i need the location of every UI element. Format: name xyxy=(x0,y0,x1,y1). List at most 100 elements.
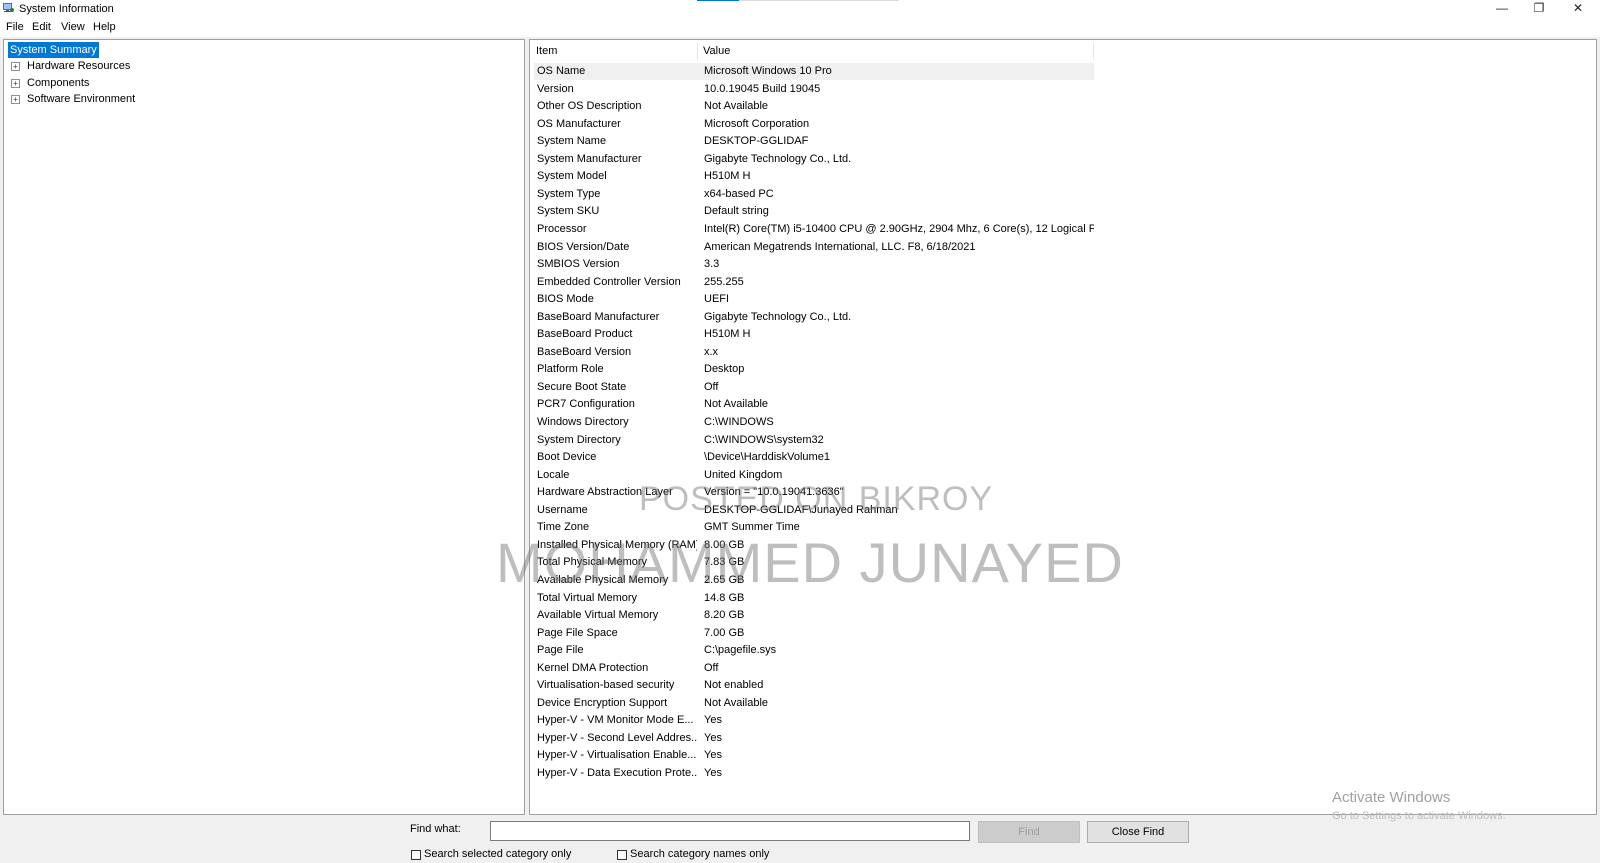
table-row[interactable]: Page File C:\pagefile.sys xyxy=(530,642,1090,659)
value-cell: Off xyxy=(704,661,719,674)
table-row[interactable]: Platform Role Desktop xyxy=(530,361,1090,378)
table-row[interactable]: Embedded Controller Version 255.255 xyxy=(530,274,1090,291)
item-cell: Windows Directory xyxy=(537,416,629,428)
expand-icon[interactable]: + xyxy=(11,79,20,88)
find-button[interactable]: Find xyxy=(978,821,1080,843)
value-cell: DESKTOP-GGLIDAF xyxy=(704,135,809,148)
menu-file[interactable]: File xyxy=(6,21,24,33)
search-category-names-label: Search category names only xyxy=(630,848,770,860)
close-find-button[interactable]: Close Find xyxy=(1087,821,1189,843)
table-row[interactable]: Hyper-V - VM Monitor Mode E... Yes xyxy=(530,712,1090,729)
close-button[interactable]: ✕ xyxy=(1560,0,1596,19)
search-selected-category-checkbox[interactable] xyxy=(411,850,421,860)
minimize-button[interactable]: — xyxy=(1484,0,1520,19)
table-row[interactable]: Hyper-V - Second Level Addres... Yes xyxy=(530,730,1090,747)
expand-icon[interactable]: + xyxy=(11,62,20,71)
item-cell: System Type xyxy=(537,187,601,200)
table-row[interactable]: System Manufacturer Gigabyte Technology C… xyxy=(530,151,1090,168)
item-cell: BIOS Version/Date xyxy=(537,240,630,253)
value-cell: Not enabled xyxy=(704,679,764,692)
search-selected-category-label: Search selected category only xyxy=(424,848,572,860)
value-cell: Microsoft Corporation xyxy=(704,117,810,130)
table-row[interactable]: Secure Boot State Off xyxy=(530,379,1090,396)
item-cell: OS Manufacturer xyxy=(537,117,621,130)
watermark-posted: POSTED ON BIKROY xyxy=(639,480,994,518)
item-cell: Kernel DMA Protection xyxy=(537,661,649,674)
item-cell: OS Name xyxy=(537,65,586,77)
tree-item-components[interactable]: + Components xyxy=(11,75,211,91)
menu-bar: File Edit View Help xyxy=(0,19,1600,37)
menu-help[interactable]: Help xyxy=(93,21,116,33)
activate-windows-subtitle: Go to Settings to activate Windows. xyxy=(1332,810,1506,822)
table-row[interactable]: System Directory C:\WINDOWS\system32 xyxy=(530,432,1090,449)
item-cell: Available Virtual Memory xyxy=(537,609,659,622)
restore-button[interactable]: ❐ xyxy=(1521,0,1557,19)
table-row[interactable]: Boot Device \Device\HarddiskVolume1 xyxy=(530,449,1090,466)
item-cell: Hyper-V - Virtualisation Enable... xyxy=(537,749,697,762)
table-row[interactable]: Kernel DMA Protection Off xyxy=(530,660,1090,677)
value-cell: Yes xyxy=(704,767,722,779)
tree-item-system-summary[interactable]: System Summary xyxy=(7,41,100,59)
table-row[interactable]: BaseBoard Version x.x xyxy=(530,344,1090,361)
table-row[interactable]: System Name DESKTOP-GGLIDAF xyxy=(530,133,1090,150)
item-cell: BaseBoard Version xyxy=(537,345,632,358)
value-cell: 8.20 GB xyxy=(704,609,745,622)
column-header-value[interactable]: Value xyxy=(698,43,1094,60)
value-cell: Microsoft Windows 10 Pro xyxy=(704,65,832,77)
table-row[interactable]: BIOS Mode UEFI xyxy=(530,291,1090,308)
value-cell: Off xyxy=(704,380,719,393)
find-what-label: Find what: xyxy=(410,823,461,835)
table-row[interactable]: OS Name Microsoft Windows 10 Pro xyxy=(530,63,1090,80)
value-cell: H510M H xyxy=(704,328,751,341)
table-row[interactable]: PCR7 Configuration Not Available xyxy=(530,396,1090,413)
restore-icon: ❐ xyxy=(1533,1,1545,15)
table-row[interactable]: Hyper-V - Data Execution Prote... Yes xyxy=(530,765,1090,782)
table-row[interactable]: Other OS Description Not Available xyxy=(530,98,1090,115)
value-cell: C:\pagefile.sys xyxy=(704,644,777,657)
value-cell: C:\WINDOWS\system32 xyxy=(704,433,824,446)
table-row[interactable]: BIOS Version/Date American Megatrends Int… xyxy=(530,239,1090,256)
table-row[interactable]: Available Virtual Memory 8.20 GB xyxy=(530,607,1090,624)
table-row[interactable]: System SKU Default string xyxy=(530,203,1090,220)
table-row[interactable]: BaseBoard Manufacturer Gigabyte Technolog… xyxy=(530,309,1090,326)
table-row[interactable]: Device Encryption Support Not Available xyxy=(530,695,1090,712)
tree-item-hardware-resources[interactable]: + Hardware Resources xyxy=(11,58,211,74)
value-cell: 10.0.19045 Build 19045 xyxy=(704,82,821,95)
table-row[interactable]: Virtualisation-based security Not enabled xyxy=(530,677,1090,694)
item-cell: BIOS Mode xyxy=(537,293,594,306)
item-cell: Page File Space xyxy=(537,626,618,639)
table-row[interactable]: OS Manufacturer Microsoft Corporation xyxy=(530,116,1090,133)
value-cell: Not Available xyxy=(704,100,769,113)
title-bar: System Information — ❐ ✕ xyxy=(0,0,1600,19)
item-cell: Hyper-V - Second Level Addres... xyxy=(537,731,697,744)
table-row[interactable]: Page File Space 7.00 GB xyxy=(530,625,1090,642)
item-cell: Virtualisation-based security xyxy=(537,679,675,692)
table-row[interactable]: Hyper-V - Virtualisation Enable... Yes xyxy=(530,747,1090,764)
value-cell: Yes xyxy=(704,749,722,762)
focus-indicator xyxy=(697,0,739,1)
tree-item-software-environment[interactable]: + Software Environment xyxy=(11,91,211,107)
details-list[interactable]: Item Value OS Name Microsoft Windows 10 P… xyxy=(529,39,1597,815)
table-row[interactable]: SMBIOS Version 3.3 xyxy=(530,256,1090,273)
item-cell: System Manufacturer xyxy=(537,152,642,165)
table-row[interactable]: Windows Directory C:\WINDOWS xyxy=(530,414,1090,431)
menu-view[interactable]: View xyxy=(61,21,85,33)
table-row[interactable]: System Type x64-based PC xyxy=(530,186,1090,203)
item-cell: Embedded Controller Version xyxy=(537,275,681,288)
expand-icon[interactable]: + xyxy=(11,95,20,104)
table-row[interactable]: Processor Intel(R) Core(TM) i5-10400 CPU … xyxy=(530,221,1094,238)
value-cell: Yes xyxy=(704,714,722,727)
value-cell: Gigabyte Technology Co., Ltd. xyxy=(704,310,852,323)
value-cell: x.x xyxy=(704,345,719,358)
table-row[interactable]: System Model H510M H xyxy=(530,168,1090,185)
search-category-names-checkbox[interactable] xyxy=(617,850,627,860)
value-cell: Yes xyxy=(704,731,722,744)
column-header-item[interactable]: Item xyxy=(531,43,698,60)
find-what-input[interactable] xyxy=(490,821,970,841)
table-row[interactable]: BaseBoard Product H510M H xyxy=(530,326,1090,343)
category-tree[interactable]: System Summary + Hardware Resources + Co… xyxy=(3,39,525,815)
table-row[interactable]: Version 10.0.19045 Build 19045 xyxy=(530,81,1090,98)
focus-indicator-track xyxy=(739,0,899,1)
activate-windows-title: Activate Windows xyxy=(1332,789,1451,806)
menu-edit[interactable]: Edit xyxy=(32,21,51,33)
